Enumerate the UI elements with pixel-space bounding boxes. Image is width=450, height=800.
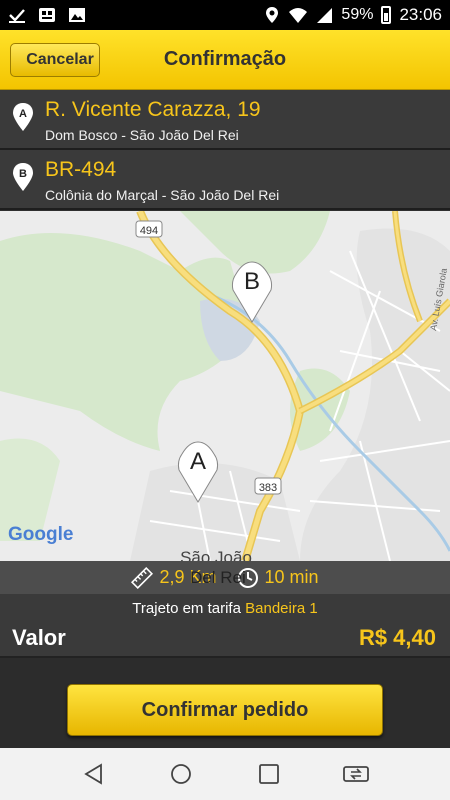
status-bar: 59% 23:06 [0,0,450,30]
switch-app-icon [343,766,370,782]
city-label-line1: São João [180,548,252,561]
price-value: R$ 4,40 [358,625,436,650]
home-button[interactable] [166,759,196,789]
battery-percent: 59% [341,6,374,23]
city-label-line2: Del Rei [190,568,246,587]
map-canvas: 494 383 Av. Luís Giarola B A Google São … [0,211,450,561]
page-title: Confirmação [163,48,287,70]
confirm-area: Confirmar pedido [0,658,450,748]
back-triangle-icon [84,763,102,785]
ruler-icon [131,566,154,589]
svg-text:A: A [190,448,206,475]
location-icon [266,7,279,23]
road-383-label: 383 [259,482,277,494]
origin-address-row[interactable]: A R. Vicente Carazza, 19 Dom Bosco - São… [0,90,450,150]
clock: 23:06 [399,5,442,24]
destination-title: BR-494 [45,158,117,181]
price-row: Valor R$ 4,40 [0,622,450,658]
back-button[interactable] [79,759,109,789]
confirm-label: Confirmar pedido [141,698,309,721]
header: Cancelar Confirmação [0,30,450,90]
home-circle-icon [171,764,192,784]
battery-icon [381,6,392,24]
svg-text:A: A [19,108,27,120]
recents-button[interactable] [254,759,284,789]
origin-subtitle: Dom Bosco - São João Del Rei [45,127,239,143]
system-nav-bar [0,748,450,800]
origin-title: R. Vicente Carazza, 19 [45,98,261,121]
route-map[interactable]: 494 383 Av. Luís Giarola B A Google São … [0,211,450,561]
destination-subtitle: Colônia do Marçal - São João Del Rei [45,187,280,203]
signal-icon [317,8,333,23]
sim-icon [39,8,55,22]
price-label: Valor [12,625,66,650]
check-icon [9,9,25,23]
image-icon [69,8,85,22]
road-494-label: 494 [140,225,158,237]
destination-address-row[interactable]: B BR-494 Colônia do Marçal - São João De… [0,150,450,210]
tariff-name: Bandeira 1 [245,600,318,617]
marker-a-icon: A [13,103,33,131]
confirm-order-button[interactable]: Confirmar pedido [67,684,383,736]
switch-app-button[interactable] [341,759,371,789]
marker-b-icon: B [13,163,33,191]
wifi-icon [289,8,308,23]
svg-text:B: B [19,168,27,180]
duration-info: 10 min [237,567,319,589]
google-logo: Google [8,524,73,545]
route-summary-bar: 2,9 Km 10 min Del Rei [0,561,450,594]
recents-square-icon [258,764,279,784]
tariff-row: Trajeto em tarifa Bandeira 1 [0,594,450,622]
tariff-prefix: Trajeto em tarifa [132,600,241,617]
duration-value: 10 min [264,567,319,587]
svg-text:B: B [244,268,260,295]
